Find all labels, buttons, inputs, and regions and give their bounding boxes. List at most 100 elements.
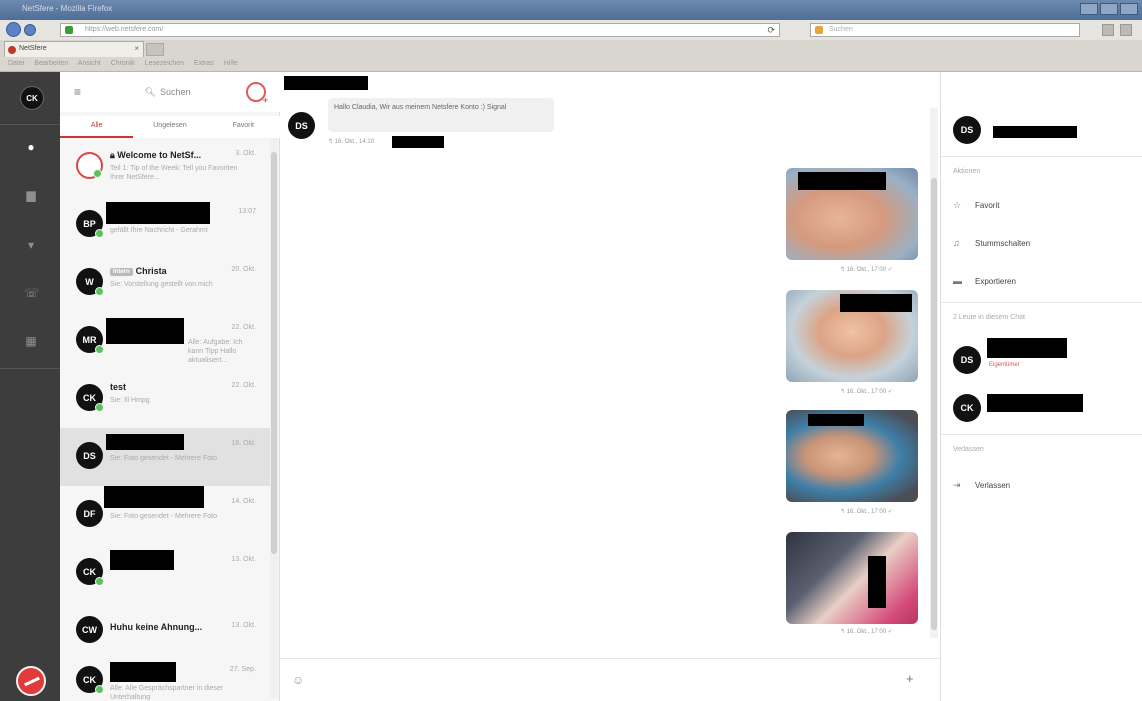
conversation-scrollbar[interactable] (930, 108, 938, 638)
window-controls (1080, 3, 1138, 15)
phone-icon[interactable]: ☏ (24, 286, 39, 300)
divider (941, 302, 1142, 303)
tab-favorite[interactable]: Favorit (207, 116, 280, 138)
photo-meta: ↰ 16. Okt., 17:00 ✓ (840, 509, 893, 515)
chat-list-item[interactable]: CK test 22. Okt. Sie: Ill Hmpg (60, 370, 270, 428)
favorite-action[interactable]: ☆ Favorit (953, 200, 999, 211)
redaction-bar (868, 556, 886, 608)
chat-list-item[interactable]: DF 14. Okt. Sie: Foto gesendet - Mehrere… (60, 486, 270, 544)
message-composer[interactable]: ☺ + (280, 658, 940, 701)
close-window-button[interactable] (1120, 3, 1138, 15)
menu-item[interactable]: Datei (8, 60, 24, 67)
bookmark-icon[interactable] (1102, 24, 1114, 36)
contacts-icon[interactable]: ▆ (24, 188, 38, 202)
menu-item[interactable]: Lesezeichen (145, 60, 184, 67)
chat-list-item[interactable]: W Intern Christa 20. Okt. Sie: Vorstellun… (60, 254, 270, 312)
menu-item[interactable]: Ansicht (78, 60, 101, 67)
chat-list-item[interactable]: 🔒︎ Welcome to NetSf... 3. Okt. Teil 1: T… (60, 138, 270, 196)
chat-name: test (110, 382, 127, 392)
reload-icon[interactable]: ⟳ (767, 25, 775, 36)
chat-list-item[interactable]: CK 13. Okt. (60, 544, 270, 602)
photo-message[interactable] (786, 410, 918, 502)
leave-chat-action[interactable]: ⇥ Verlassen (953, 480, 1010, 491)
chat-list-item[interactable]: BP 13:07 gefällt Ihre Nachricht - Gerahm… (60, 196, 270, 254)
scrollbar-thumb[interactable] (931, 178, 937, 630)
chat-list-item[interactable]: MR 22. Okt. Alle: Aufgabe: Ich kann Tipp… (60, 312, 270, 370)
chat-search-input[interactable]: 🔍︎ Suchen (100, 82, 235, 102)
chat-list-item[interactable]: DS 16. Okt. Sie: Foto gesendet - Mehrere… (60, 428, 270, 486)
avatar: CW (76, 616, 103, 643)
menu-item[interactable]: Hilfe (224, 60, 238, 67)
chat-search-placeholder: Suchen (159, 87, 191, 97)
tab-unread[interactable]: Ungelesen (133, 116, 206, 138)
chat-details-panel: DS Aktionen ☆ Favorit ♫ Stummschalten ▬ Exp… (940, 72, 1142, 701)
chat-avatar: DS (953, 116, 981, 144)
tab-all[interactable]: Alle (60, 116, 134, 138)
search-engine-icon (815, 26, 823, 34)
member-avatar[interactable]: CK (953, 394, 981, 422)
emoji-icon[interactable]: ☺ (292, 673, 304, 687)
window-title: NetSfere - Mozilla Firefox (22, 4, 113, 13)
mute-action[interactable]: ♫ Stummschalten (953, 238, 1030, 248)
avatar: CK (76, 558, 104, 586)
search-icon: 🔍︎ (144, 87, 156, 97)
menu-icon[interactable]: ≡ (74, 85, 81, 99)
netsfere-logo (16, 666, 46, 696)
chat-preview: Alle: Aufgabe: Ich kann Tipp Hallo aktua… (188, 339, 243, 364)
tab-close-icon[interactable]: × (134, 44, 139, 53)
redaction-bar (808, 414, 864, 426)
chat-preview: Sie: Vorstellung gestellt von mich (110, 281, 213, 288)
broadcast-icon[interactable]: ▾ (24, 238, 38, 252)
redaction-bar (987, 338, 1067, 358)
action-label: Stummschalten (975, 239, 1031, 248)
chat-list-header: ≡ 🔍︎ Suchen (60, 72, 280, 112)
url-text: https://web.netsfere.com/ (85, 26, 164, 33)
reply-icon[interactable]: ↰ (328, 139, 333, 145)
redaction-bar (104, 486, 204, 508)
menu-item[interactable]: Extras (194, 60, 214, 67)
redaction-bar (840, 294, 912, 312)
message-text: Hallo Claudia, Wir aus meinem Netsfere K… (334, 104, 507, 111)
my-avatar[interactable]: CK (20, 86, 44, 110)
avatar: BP (76, 210, 104, 238)
chat-preview: Sie: Foto gesendet - Mehrere Foto (110, 455, 217, 462)
exit-icon: ⇥ (953, 480, 961, 490)
member-avatar[interactable]: DS (953, 346, 981, 374)
members-heading: 2 Leute in diesem Chat (953, 314, 1025, 321)
maximize-button[interactable] (1100, 3, 1118, 15)
calendar-icon[interactable]: ▦ (24, 334, 38, 348)
avatar: DF (76, 500, 103, 527)
chat-list-scrollbar[interactable] (270, 138, 278, 698)
photo-message[interactable] (786, 168, 918, 260)
chat-time: 13:07 (238, 208, 256, 215)
photo-message[interactable] (786, 290, 918, 382)
chat-list-item[interactable]: CK 27. Sep. Alle: Alle Gesprächspartner … (60, 652, 270, 700)
chat-time: 22. Okt. (231, 324, 256, 331)
chat-name-text: Welcome to NetSf... (117, 150, 202, 160)
chat-icon[interactable]: ● (24, 140, 38, 154)
redaction-bar (106, 434, 184, 450)
url-bar[interactable]: https://web.netsfere.com/ ⟳ (60, 23, 780, 37)
browser-toolbar-icons (1102, 24, 1132, 36)
chat-name: Intern Christa (110, 266, 167, 276)
avatar: CK (76, 666, 104, 694)
back-button[interactable] (6, 22, 21, 37)
minimize-button[interactable] (1080, 3, 1098, 15)
export-action[interactable]: ▬ Exportieren (953, 276, 1016, 286)
download-icon[interactable] (1120, 24, 1132, 36)
tab-label: NetSfere (19, 45, 47, 52)
menu-item[interactable]: Bearbeiten (34, 60, 68, 67)
chat-name: Huhu keine Ahnung... (110, 622, 203, 632)
new-chat-button[interactable] (246, 82, 268, 105)
new-tab-button[interactable] (146, 43, 164, 56)
menu-item[interactable]: Chronik (111, 60, 135, 67)
forward-button[interactable] (24, 24, 36, 36)
chat-time: 27. Sep. (229, 666, 256, 673)
lock-icon (65, 26, 73, 34)
browser-search-box[interactable]: Suchen (810, 23, 1080, 37)
plus-icon[interactable]: + (906, 671, 914, 686)
photo-message[interactable] (786, 532, 918, 624)
browser-tab[interactable]: NetSfere × (4, 41, 144, 57)
scrollbar-thumb[interactable] (271, 152, 277, 554)
action-label: Verlassen (975, 481, 1011, 490)
